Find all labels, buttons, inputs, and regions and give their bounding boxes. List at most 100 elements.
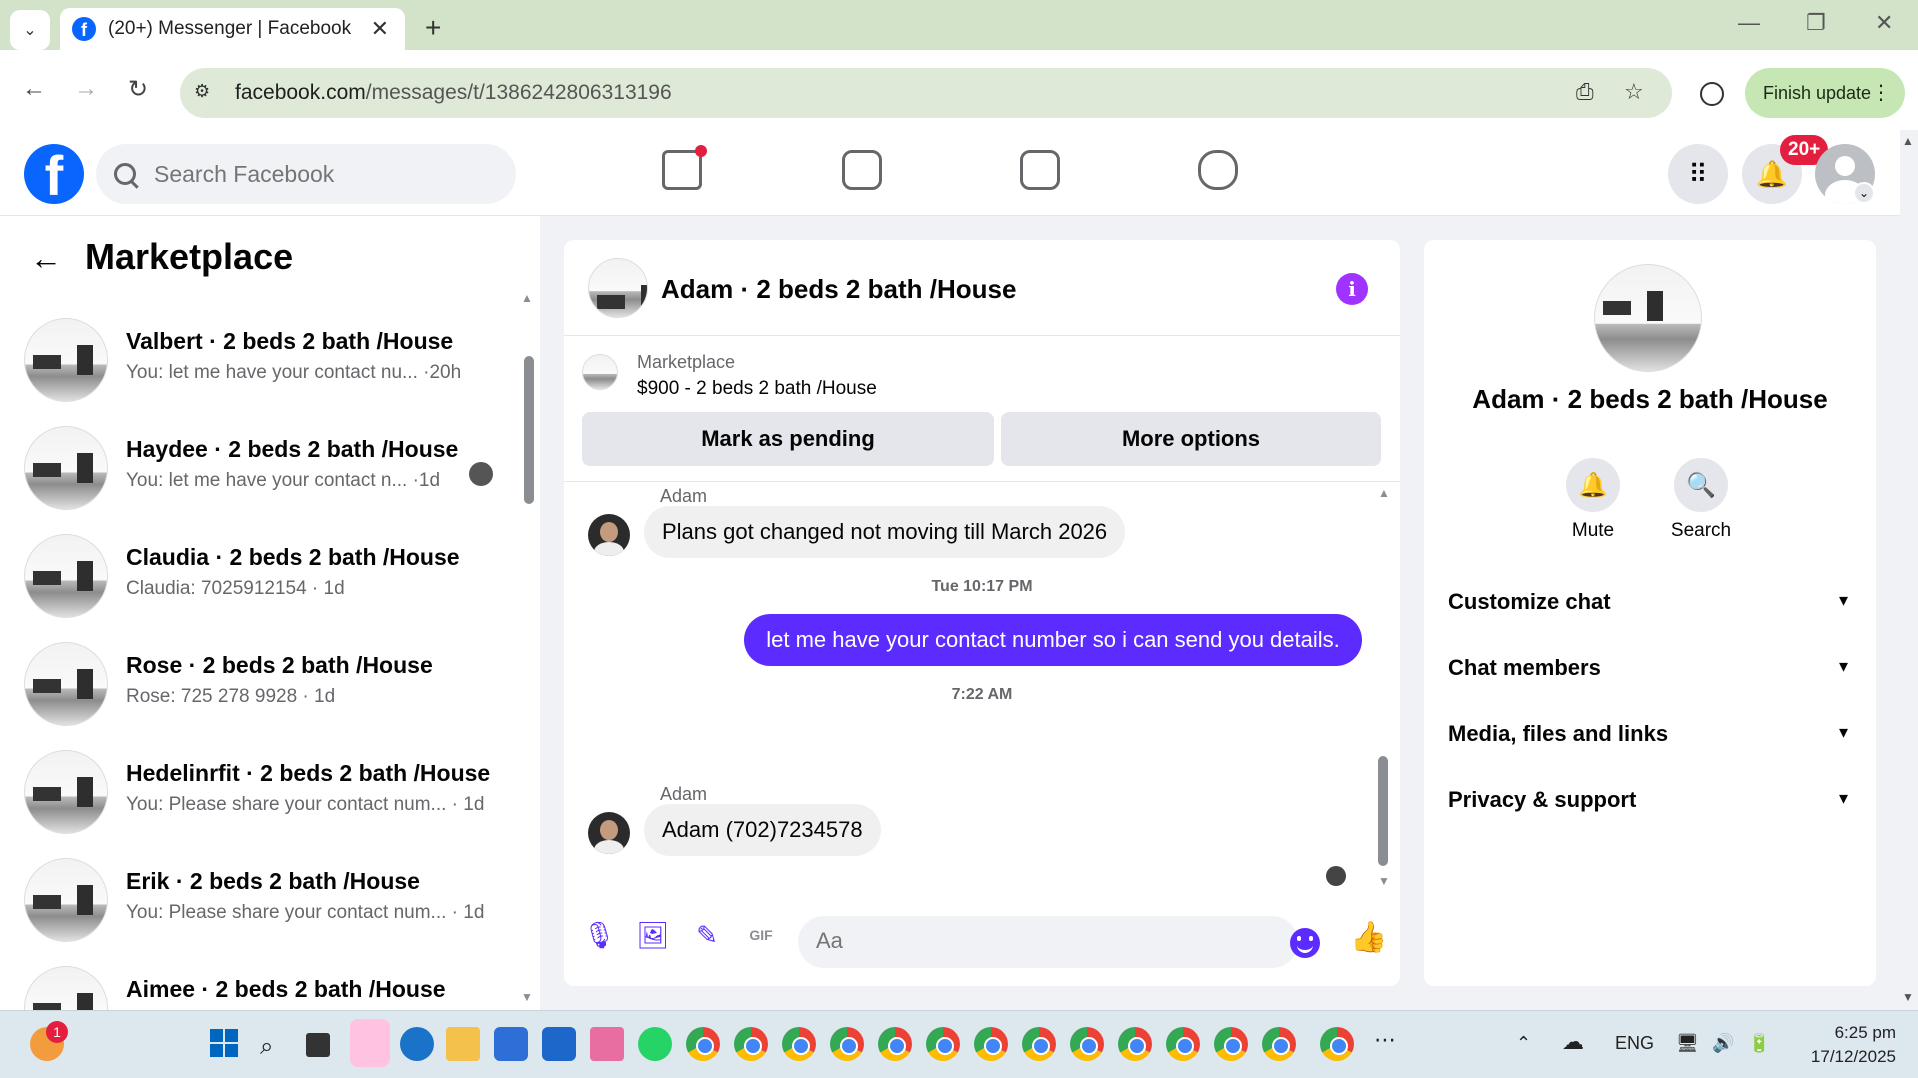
- more-apps-icon[interactable]: ⋯: [1374, 1027, 1396, 1053]
- url-text[interactable]: facebook.com/messages/t/1386242806313196: [235, 81, 672, 105]
- install-app-icon[interactable]: ⎙: [1576, 79, 1594, 105]
- conversation-item[interactable]: Hedelinrfit · 2 beds 2 bath /House You: …: [24, 750, 524, 850]
- conversation-item[interactable]: Valbert · 2 beds 2 bath /House You: let …: [24, 318, 524, 418]
- chat-scrollbar[interactable]: [1378, 486, 1388, 884]
- language-indicator[interactable]: ENG: [1615, 1033, 1654, 1054]
- chrome-icon[interactable]: [1262, 1027, 1296, 1061]
- browser-tab[interactable]: f (20+) Messenger | Facebook ✕: [60, 8, 405, 50]
- incoming-message[interactable]: Adam (702)7234578: [644, 804, 881, 856]
- volume-icon[interactable]: 🔊: [1712, 1033, 1734, 1054]
- emoji-icon[interactable]: [1290, 928, 1320, 958]
- edge-icon[interactable]: [400, 1027, 434, 1061]
- snipping-tool-icon[interactable]: [590, 1027, 624, 1061]
- file-explorer-icon[interactable]: [446, 1027, 480, 1061]
- scrollbar-thumb[interactable]: [524, 356, 534, 504]
- close-window-icon[interactable]: ✕: [1875, 10, 1893, 36]
- windows-start-icon[interactable]: [210, 1029, 238, 1057]
- conversation-item[interactable]: Aimee · 2 beds 2 bath /House: [24, 966, 524, 1010]
- show-hidden-icons-icon[interactable]: ⌃: [1516, 1033, 1531, 1054]
- chrome-icon[interactable]: [974, 1027, 1008, 1061]
- minimize-icon[interactable]: —: [1738, 10, 1760, 36]
- chrome-icon[interactable]: [830, 1027, 864, 1061]
- gaming-nav-icon[interactable]: [1198, 150, 1238, 190]
- chrome-icon[interactable]: [782, 1027, 816, 1061]
- chrome-icon[interactable]: [878, 1027, 912, 1061]
- taskbar-search-icon[interactable]: ⌕: [260, 1033, 273, 1061]
- marketplace-nav-icon[interactable]: [1020, 150, 1060, 190]
- video-nav-icon[interactable]: [842, 150, 882, 190]
- thumbs-up-icon[interactable]: 👍: [1350, 920, 1387, 955]
- address-bar[interactable]: ⚙ facebook.com/messages/t/13862428063131…: [180, 68, 1672, 118]
- conversation-item[interactable]: Rose · 2 beds 2 bath /House Rose: 725 27…: [24, 642, 524, 742]
- back-arrow-icon[interactable]: ←: [30, 240, 62, 277]
- whatsapp-icon[interactable]: [638, 1027, 672, 1061]
- sticker-icon[interactable]: ✎: [692, 920, 722, 950]
- privacy-support-section[interactable]: Privacy & support ▾: [1448, 780, 1848, 820]
- chat-members-section[interactable]: Chat members ▾: [1448, 648, 1848, 688]
- chrome-icon[interactable]: [1214, 1027, 1248, 1061]
- media-files-links-section[interactable]: Media, files and links ▾: [1448, 714, 1848, 754]
- page-scroll-down-icon[interactable]: ▼: [1902, 990, 1914, 1004]
- back-icon[interactable]: ←: [22, 75, 46, 103]
- chrome-icon[interactable]: [926, 1027, 960, 1061]
- facebook-search[interactable]: [96, 144, 516, 204]
- conversation-item[interactable]: Erik · 2 beds 2 bath /House You: Please …: [24, 858, 524, 958]
- battery-icon[interactable]: 🔋: [1748, 1033, 1770, 1054]
- listing-price[interactable]: $900 - 2 beds 2 bath /House: [637, 378, 877, 400]
- mark-as-pending-button[interactable]: Mark as pending: [582, 412, 994, 466]
- restore-icon[interactable]: ❐: [1806, 10, 1826, 36]
- gif-icon[interactable]: GIF: [746, 920, 776, 950]
- facebook-logo-icon[interactable]: f: [24, 144, 84, 204]
- chat-title[interactable]: Adam · 2 beds 2 bath /House: [661, 274, 1016, 305]
- search-chat-icon[interactable]: 🔍: [1674, 458, 1728, 512]
- chrome-icon[interactable]: [1320, 1027, 1354, 1061]
- more-menu-icon[interactable]: ⋮: [1871, 80, 1891, 105]
- mute-bell-icon[interactable]: 🔔: [1566, 458, 1620, 512]
- copilot-icon[interactable]: [350, 1019, 390, 1067]
- system-clock[interactable]: 6:25 pm 17/12/2025: [1786, 1021, 1896, 1069]
- conversation-item[interactable]: Haydee · 2 beds 2 bath /House You: let m…: [24, 426, 524, 526]
- incoming-message[interactable]: Plans got changed not moving till March …: [644, 506, 1126, 558]
- details-avatar[interactable]: [1594, 264, 1702, 372]
- message-input[interactable]: [816, 928, 1256, 954]
- scroll-down-arrow-icon[interactable]: ▼: [1378, 874, 1390, 888]
- forward-icon[interactable]: →: [74, 75, 98, 103]
- finish-update-button[interactable]: Finish update ⋮: [1745, 68, 1905, 118]
- new-tab-button[interactable]: +: [425, 12, 441, 44]
- menu-grid-icon[interactable]: ⠿: [1668, 144, 1728, 204]
- chrome-icon[interactable]: [1118, 1027, 1152, 1061]
- page-scroll-up-icon[interactable]: ▲: [1902, 134, 1914, 148]
- info-icon[interactable]: i: [1336, 273, 1368, 305]
- bookmark-star-icon[interactable]: ☆: [1624, 79, 1644, 105]
- chrome-icon[interactable]: [1022, 1027, 1056, 1061]
- browser-profile-icon[interactable]: [1700, 82, 1724, 106]
- message-input-field[interactable]: [798, 916, 1298, 968]
- chat-list-scrollbar[interactable]: [524, 240, 534, 998]
- chrome-icon[interactable]: [1070, 1027, 1104, 1061]
- site-info-icon[interactable]: ⚙: [194, 81, 218, 105]
- chrome-icon[interactable]: [734, 1027, 768, 1061]
- outgoing-message[interactable]: let me have your contact number so i can…: [744, 614, 1362, 666]
- onedrive-cloud-icon[interactable]: ☁: [1562, 1029, 1584, 1055]
- store-icon[interactable]: [494, 1027, 528, 1061]
- conversation-item[interactable]: Claudia · 2 beds 2 bath /House Claudia: …: [24, 534, 524, 634]
- network-icon[interactable]: 🖥: [1676, 1033, 1699, 1054]
- tab-close-icon[interactable]: ✕: [371, 16, 389, 42]
- tab-search-button[interactable]: ⌄: [10, 10, 50, 50]
- photo-icon[interactable]: 🖼: [637, 920, 670, 950]
- more-options-button[interactable]: More options: [1001, 412, 1381, 466]
- chat-avatar[interactable]: [588, 258, 648, 318]
- home-nav-icon[interactable]: [662, 145, 707, 190]
- microphone-icon[interactable]: 🎙: [583, 920, 616, 950]
- reload-icon[interactable]: ↻: [128, 75, 148, 104]
- sender-avatar[interactable]: [588, 812, 630, 854]
- task-view-icon[interactable]: [306, 1033, 330, 1057]
- outlook-icon[interactable]: [542, 1027, 576, 1061]
- scroll-down-arrow-icon[interactable]: ▼: [521, 990, 533, 1004]
- chrome-icon[interactable]: [686, 1027, 720, 1061]
- customize-chat-section[interactable]: Customize chat ▾: [1448, 582, 1848, 622]
- chevron-down-icon[interactable]: ⌄: [1853, 182, 1875, 204]
- scrollbar-thumb[interactable]: [1378, 756, 1388, 866]
- facebook-search-input[interactable]: [154, 160, 454, 188]
- chrome-icon[interactable]: [1166, 1027, 1200, 1061]
